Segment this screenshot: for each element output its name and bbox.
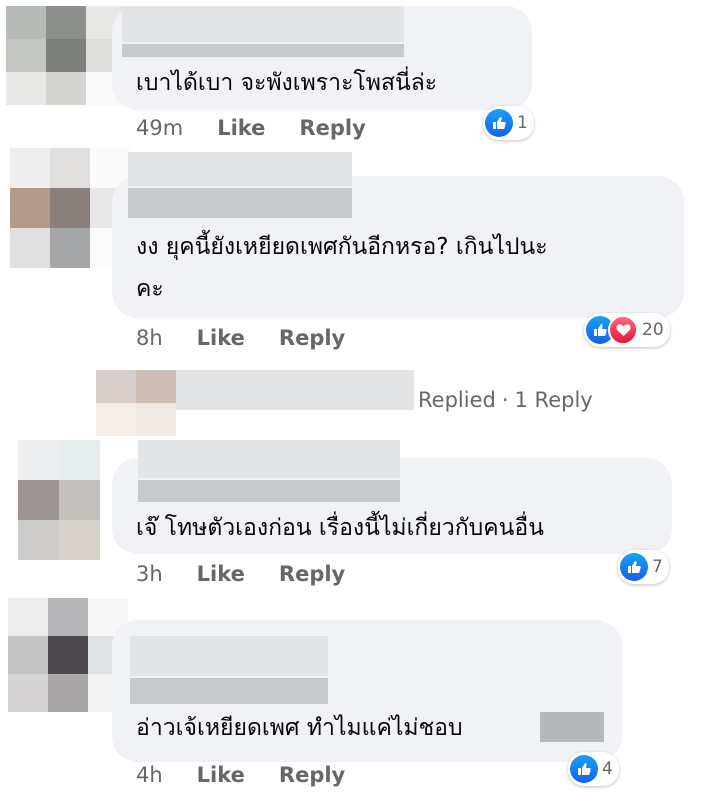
avatar[interactable] <box>10 148 130 268</box>
comment-meta: 4h Like Reply <box>136 763 345 787</box>
comment-text: งง ยุคนี้ยังเหยียดเพศกันอีกหรอ? เกินไปนะ <box>136 234 548 260</box>
reply-avatar <box>96 370 176 436</box>
reply-button[interactable]: Reply <box>279 326 345 350</box>
comment-meta: 3h Like Reply <box>136 562 345 586</box>
blurred-text <box>540 712 604 742</box>
separator: · <box>501 388 509 412</box>
blurred-author-name <box>130 678 328 704</box>
avatar[interactable] <box>18 440 100 560</box>
comment-meta: 49m Like Reply <box>136 116 366 140</box>
comment-text: เจ๊ โทษตัวเองก่อน เรื่องนี้ไม่เกี่ยวกับค… <box>136 515 544 541</box>
like-button[interactable]: Like <box>197 763 245 787</box>
comment-text: เบาได้เบา จะพังเพราะโพสนี่ล่ะ <box>136 70 438 96</box>
reaction-count: 1 <box>517 113 528 133</box>
reaction-count: 7 <box>652 557 663 577</box>
comment-time[interactable]: 3h <box>136 562 163 586</box>
blurred-author-name <box>122 44 404 57</box>
view-replies-link[interactable]: Replied · 1 Reply <box>418 388 593 412</box>
like-button[interactable]: Like <box>197 326 245 350</box>
blurred-replier-name <box>176 370 414 410</box>
comment-time[interactable]: 4h <box>136 763 163 787</box>
blurred-author-name <box>138 480 400 502</box>
like-reaction-icon <box>620 553 648 581</box>
like-reaction-icon <box>485 109 513 137</box>
comment-text: อ่าวเจ้เหยียดเพศ ทำไมแค่ไม่ชอบ <box>136 715 463 741</box>
avatar[interactable] <box>6 6 126 106</box>
reply-count: 1 Reply <box>514 388 593 412</box>
like-button[interactable]: Like <box>217 116 265 140</box>
replied-label: Replied <box>418 388 496 412</box>
like-button[interactable]: Like <box>197 562 245 586</box>
comment-time[interactable]: 49m <box>136 116 183 140</box>
reaction-badge[interactable]: 7 <box>618 550 669 584</box>
reply-button[interactable]: Reply <box>279 562 345 586</box>
love-reaction-icon <box>608 315 638 345</box>
reaction-count: 20 <box>642 320 664 340</box>
blurred-author-name <box>138 440 400 478</box>
comment-meta: 8h Like Reply <box>136 326 345 350</box>
blurred-author-name <box>128 152 352 186</box>
reaction-count: 4 <box>602 759 613 779</box>
blurred-author-name <box>122 6 404 42</box>
reaction-badge[interactable]: 20 <box>584 313 670 347</box>
reaction-badge[interactable]: 4 <box>568 752 619 786</box>
like-reaction-icon <box>570 755 598 783</box>
reaction-badge[interactable]: 1 <box>483 106 534 140</box>
reply-button[interactable]: Reply <box>299 116 365 140</box>
comment-time[interactable]: 8h <box>136 326 163 350</box>
comment-text: คะ <box>136 276 164 302</box>
reply-button[interactable]: Reply <box>279 763 345 787</box>
blurred-author-name <box>130 636 328 676</box>
blurred-author-name <box>128 188 352 218</box>
